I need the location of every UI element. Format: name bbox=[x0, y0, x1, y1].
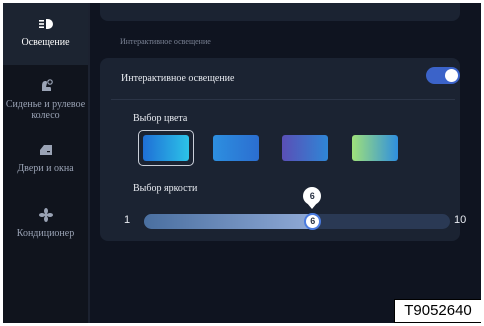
sidebar: Освещение Сиденье и рулевое колесо Двери… bbox=[3, 3, 90, 323]
brightness-max-label: 10 bbox=[454, 214, 467, 226]
toggle-label: Интерактивное освещение bbox=[121, 73, 235, 84]
brightness-bubble-tail bbox=[307, 203, 318, 209]
image-id-label: T9052640 bbox=[394, 299, 481, 323]
seat-steering-icon bbox=[41, 79, 53, 91]
sidebar-item-label: Сиденье и рулевое колесо bbox=[5, 99, 86, 121]
sidebar-item-seat-steering[interactable]: Сиденье и рулевое колесо bbox=[3, 79, 88, 121]
section-title: Интерактивное освещение bbox=[120, 37, 211, 46]
interactive-lighting-card: Интерактивное освещение Выбор цвета Выбо… bbox=[100, 58, 466, 241]
light-icon bbox=[38, 19, 53, 29]
divider bbox=[111, 99, 455, 100]
sidebar-item-label: Освещение bbox=[21, 37, 70, 48]
toggle-knob bbox=[445, 69, 458, 82]
sidebar-item-climate[interactable]: Кондиционер bbox=[3, 208, 88, 239]
brightness-label: Выбор яркости bbox=[133, 183, 198, 194]
brightness-slider[interactable]: 6 bbox=[144, 213, 450, 230]
interactive-lighting-toggle[interactable] bbox=[426, 67, 460, 84]
door-window-icon bbox=[39, 145, 52, 155]
sidebar-item-lighting[interactable]: Освещение bbox=[3, 3, 88, 65]
screen: Освещение Сиденье и рулевое колесо Двери… bbox=[3, 3, 481, 323]
sidebar-item-label: Двери и окна bbox=[17, 163, 74, 174]
color-swatch-4[interactable] bbox=[352, 135, 398, 161]
previous-card bbox=[100, 3, 460, 21]
brightness-slider-fill bbox=[144, 214, 313, 229]
brightness-min-label: 1 bbox=[124, 214, 131, 226]
brightness-slider-thumb[interactable]: 6 bbox=[304, 213, 322, 230]
fan-icon bbox=[38, 208, 53, 222]
sidebar-item-label: Кондиционер bbox=[16, 228, 75, 239]
color-swatch-1[interactable] bbox=[143, 135, 189, 161]
main-content: Интерактивное освещение Интерактивное ос… bbox=[90, 3, 481, 323]
color-swatch-2[interactable] bbox=[213, 135, 259, 161]
color-select-label: Выбор цвета bbox=[133, 113, 188, 124]
color-swatch-3[interactable] bbox=[282, 135, 328, 161]
sidebar-item-doors-windows[interactable]: Двери и окна bbox=[3, 143, 88, 174]
